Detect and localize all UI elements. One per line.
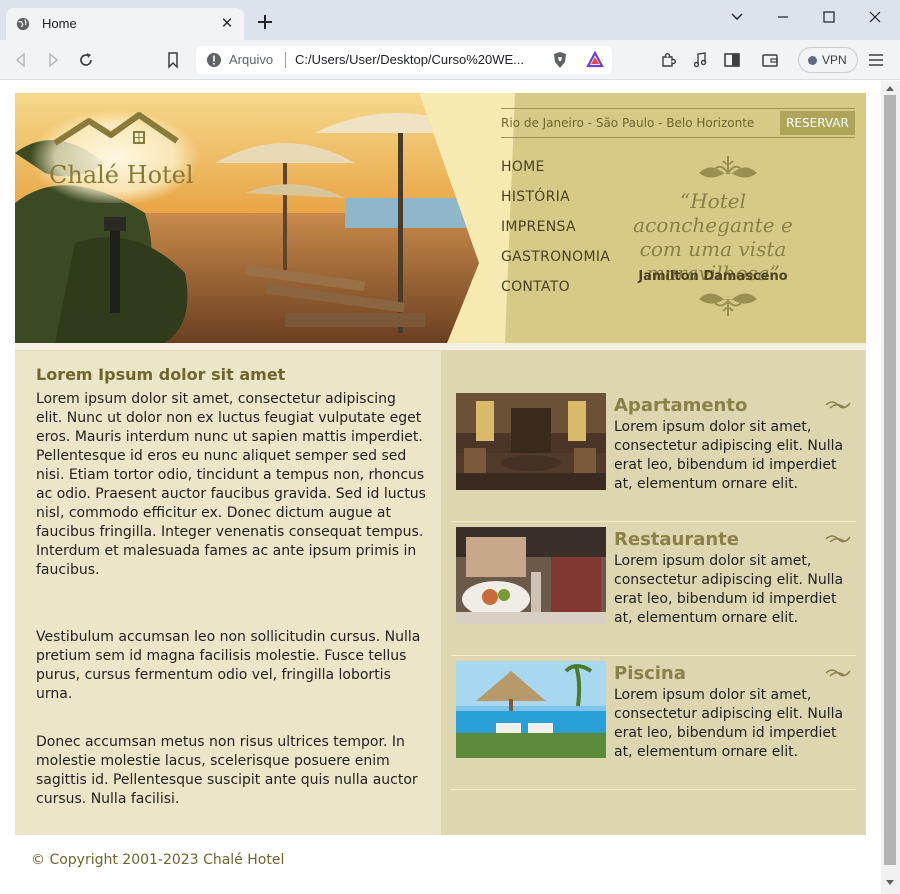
header-rule-top — [501, 108, 855, 109]
feature-restaurante: Restaurante Lorem ipsum dolor sit amet, … — [451, 527, 856, 661]
section-divider — [15, 343, 866, 351]
close-window-icon[interactable] — [860, 6, 890, 28]
nav-item-home[interactable]: HOME — [501, 159, 545, 175]
reload-icon[interactable] — [76, 50, 96, 70]
tab-search-chevron-icon[interactable] — [722, 6, 752, 28]
feature-apartamento: Apartamento Lorem ipsum dolor sit amet, … — [451, 393, 856, 527]
feature-divider — [451, 789, 856, 790]
vpn-label: VPN — [822, 53, 847, 67]
swirl-icon — [825, 401, 851, 409]
brave-shield-icon[interactable] — [550, 50, 570, 70]
web-page: Chalé Hotel Rio de Janeiro - São Paulo -… — [15, 93, 866, 886]
maximize-icon[interactable] — [814, 6, 844, 28]
ornament-bottom-icon — [699, 293, 757, 316]
browser-toolbar: Arquivo C:/Users/User/Desktop/Curso%20WE… — [0, 40, 900, 80]
main-paragraph: Vestibulum accumsan leo non sollicitudin… — [36, 629, 421, 702]
address-scheme-label: Arquivo — [229, 52, 274, 67]
main-content: Lorem Ipsum dolor sit amet Lorem ipsum d… — [15, 351, 441, 835]
swirl-icon — [825, 535, 851, 543]
wallet-icon[interactable] — [760, 50, 780, 70]
feature-title: Piscina — [614, 663, 686, 684]
swirl-icon — [825, 669, 851, 677]
main-paragraph: Lorem ipsum dolor sit amet, consectetur … — [36, 391, 426, 578]
reserve-button[interactable]: RESERVAR — [780, 111, 855, 135]
menu-icon[interactable] — [866, 50, 886, 70]
feature-title: Restaurante — [614, 529, 739, 550]
pool-photo[interactable] — [456, 661, 606, 758]
nav-item-historia[interactable]: HISTÓRIA — [501, 189, 570, 205]
vpn-button[interactable]: VPN — [798, 47, 858, 73]
scroll-thumb[interactable] — [884, 95, 896, 865]
info-icon[interactable] — [206, 52, 222, 68]
music-icon[interactable] — [690, 50, 710, 70]
main-paragraph: Donec accumsan metus non risus ultrices … — [36, 734, 418, 807]
feature-text: Lorem ipsum dolor sit amet, consectetur … — [614, 553, 844, 626]
feature-text: Lorem ipsum dolor sit amet, consectetur … — [614, 687, 844, 760]
ornament-top-icon — [699, 156, 757, 178]
new-tab-icon[interactable] — [255, 12, 275, 32]
forward-icon[interactable] — [43, 50, 63, 70]
sidebar-icon[interactable] — [722, 50, 742, 70]
bookmark-icon[interactable] — [163, 50, 183, 70]
main-title: Lorem Ipsum dolor sit amet — [36, 365, 286, 384]
feature-divider — [451, 655, 856, 656]
copyright-text: © Copyright 2001-2023 Chalé Hotel — [31, 852, 285, 868]
close-tab-icon[interactable]: ✕ — [218, 14, 236, 32]
scroll-down-arrow-icon[interactable] — [886, 880, 894, 885]
site-footer: © Copyright 2001-2023 Chalé Hotel — [15, 835, 866, 886]
extensions-icon[interactable] — [658, 50, 678, 70]
nav-item-imprensa[interactable]: IMPRENSA — [501, 219, 576, 235]
globe-icon — [16, 17, 30, 31]
nav-item-gastronomia[interactable]: GASTRONOMIA — [501, 249, 610, 265]
brave-rewards-icon[interactable] — [585, 50, 605, 70]
hotel-logo[interactable]: Chalé Hotel — [27, 103, 202, 203]
testimonial-author: Jamilton Damasceno — [638, 269, 788, 284]
feature-piscina: Piscina Lorem ipsum dolor sit amet, cons… — [451, 661, 856, 795]
feature-text: Lorem ipsum dolor sit amet, consectetur … — [614, 419, 844, 492]
back-icon[interactable] — [11, 50, 31, 70]
nav-item-contato[interactable]: CONTATO — [501, 279, 570, 295]
scroll-up-arrow-icon[interactable] — [886, 86, 894, 91]
page-scrollbar[interactable] — [881, 81, 900, 894]
browser-tab[interactable]: Home ✕ — [6, 8, 244, 40]
site-header: Chalé Hotel Rio de Janeiro - São Paulo -… — [15, 93, 866, 343]
header-rule-bottom — [501, 137, 855, 138]
feature-divider — [451, 521, 856, 522]
tab-title: Home — [42, 16, 77, 31]
cities-text: Rio de Janeiro - São Paulo - Belo Horizo… — [501, 116, 755, 130]
vpn-status-icon — [808, 56, 817, 65]
restaurant-photo[interactable] — [456, 527, 606, 624]
feature-title: Apartamento — [614, 395, 748, 416]
browser-tab-strip: Home ✕ — [0, 0, 900, 40]
apartment-photo[interactable] — [456, 393, 606, 490]
address-separator — [285, 52, 286, 68]
logo-text: Chalé Hotel — [49, 161, 194, 189]
features-column: Apartamento Lorem ipsum dolor sit amet, … — [441, 351, 866, 835]
minimize-icon[interactable] — [768, 6, 798, 28]
url-text[interactable]: C:/Users/User/Desktop/Curso%20WE... — [295, 52, 524, 67]
